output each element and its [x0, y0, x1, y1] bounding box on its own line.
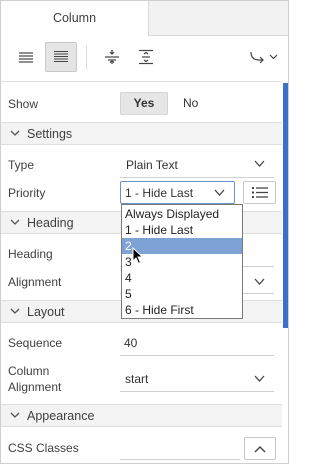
- align-justify-icon: [54, 51, 68, 62]
- align-left-button[interactable]: [10, 42, 42, 72]
- chevron-down-icon: [10, 412, 20, 418]
- show-label: Show: [8, 97, 39, 111]
- split-horizontal-button[interactable]: [96, 42, 128, 72]
- heading-label: Heading: [8, 247, 53, 261]
- property-panel: Column Show Yes No Settings Type Plain T…: [0, 0, 289, 464]
- expand-up-button[interactable]: [244, 437, 276, 460]
- chevron-up-icon: [254, 445, 266, 452]
- priority-option[interactable]: 5: [122, 286, 242, 302]
- tab-column[interactable]: Column: [1, 1, 149, 36]
- redo-icon: [249, 51, 264, 64]
- list-options-button[interactable]: [243, 181, 276, 204]
- priority-option[interactable]: Always Displayed: [122, 206, 242, 222]
- column-alignment-underline: [120, 391, 274, 392]
- chevron-down-icon: [254, 278, 265, 285]
- split-horizontal-icon: [105, 50, 119, 64]
- type-select-underline: [120, 177, 274, 178]
- priority-option[interactable]: 4: [122, 270, 242, 286]
- show-yes-toggle[interactable]: Yes: [120, 92, 168, 115]
- chevron-down-icon: [254, 375, 265, 382]
- column-alignment-label-line2: Alignment: [8, 380, 62, 394]
- fit-vertical-button[interactable]: [130, 42, 162, 72]
- sequence-input[interactable]: 40: [124, 336, 137, 350]
- divider: [1, 81, 282, 82]
- section-title: Heading: [27, 216, 74, 230]
- redo-menu-button[interactable]: [245, 42, 281, 72]
- scrollbar-thumb[interactable]: [283, 83, 288, 328]
- chevron-down-icon: [254, 160, 265, 167]
- column-alignment-label-line1: Column: [8, 364, 50, 378]
- priority-select[interactable]: 1 - Hide Last: [120, 181, 235, 204]
- chevron-down-icon: [10, 219, 20, 225]
- fit-vertical-icon: [139, 49, 153, 65]
- section-settings[interactable]: Settings: [1, 122, 282, 145]
- chevron-down-icon: [10, 130, 20, 136]
- section-title: Layout: [27, 305, 65, 319]
- mouse-cursor-icon: [132, 247, 144, 265]
- type-select[interactable]: Plain Text: [126, 158, 178, 172]
- priority-select-value: 1 - Hide Last: [125, 186, 194, 200]
- align-left-icon: [19, 52, 33, 63]
- chevron-down-icon: [214, 189, 225, 196]
- priority-option[interactable]: 6 - Hide First: [122, 302, 242, 318]
- list-icon: [251, 187, 268, 198]
- css-classes-underline: [120, 459, 240, 460]
- sequence-input-underline: [120, 355, 274, 356]
- section-title: Settings: [27, 127, 73, 141]
- section-title: Appearance: [27, 409, 95, 423]
- column-alignment-select[interactable]: start: [125, 372, 148, 386]
- css-classes-label: CSS Classes: [8, 441, 79, 455]
- priority-label: Priority: [8, 186, 46, 200]
- show-no-toggle[interactable]: No: [183, 96, 198, 110]
- type-label: Type: [8, 158, 35, 172]
- toolbar-separator: [86, 45, 87, 69]
- alignment-label: Alignment: [8, 275, 62, 289]
- chevron-down-icon: [10, 308, 20, 314]
- chevron-down-icon: [269, 54, 277, 60]
- toolbar: [1, 37, 288, 77]
- tab-bar: Column: [1, 1, 288, 36]
- section-appearance[interactable]: Appearance: [1, 404, 282, 427]
- align-justify-button[interactable]: [45, 42, 77, 72]
- priority-option[interactable]: 1 - Hide Last: [122, 222, 242, 238]
- sequence-label: Sequence: [8, 336, 63, 350]
